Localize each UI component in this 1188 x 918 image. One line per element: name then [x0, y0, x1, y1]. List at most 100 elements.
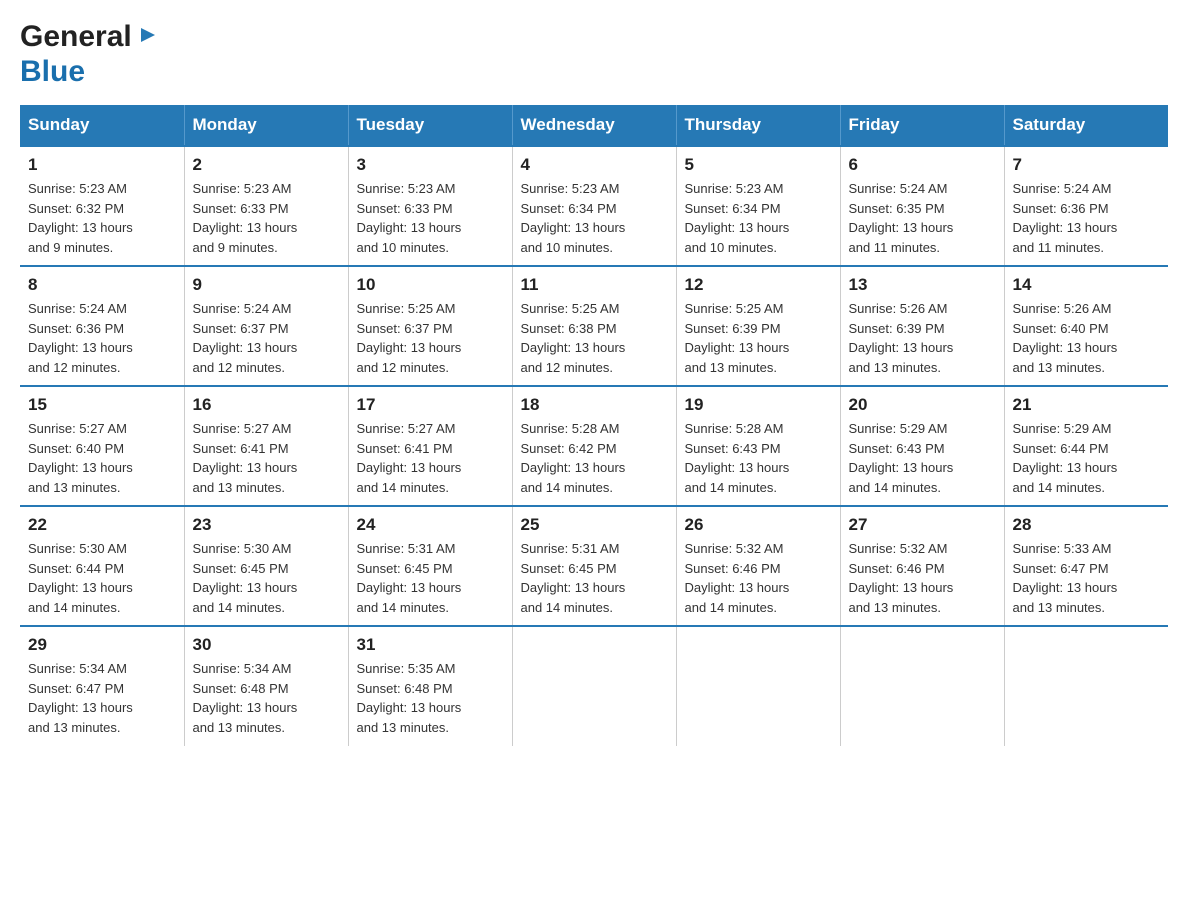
day-number: 8: [28, 275, 176, 295]
day-number: 25: [521, 515, 668, 535]
day-number: 9: [193, 275, 340, 295]
calendar-cell: 11 Sunrise: 5:25 AM Sunset: 6:38 PM Dayl…: [512, 266, 676, 386]
day-info: Sunrise: 5:31 AM Sunset: 6:45 PM Dayligh…: [357, 539, 504, 617]
calendar-table: SundayMondayTuesdayWednesdayThursdayFrid…: [20, 105, 1168, 746]
day-info: Sunrise: 5:25 AM Sunset: 6:39 PM Dayligh…: [685, 299, 832, 377]
calendar-week-row: 29 Sunrise: 5:34 AM Sunset: 6:47 PM Dayl…: [20, 626, 1168, 746]
day-number: 28: [1013, 515, 1161, 535]
day-number: 17: [357, 395, 504, 415]
day-number: 18: [521, 395, 668, 415]
day-info: Sunrise: 5:30 AM Sunset: 6:44 PM Dayligh…: [28, 539, 176, 617]
day-info: Sunrise: 5:26 AM Sunset: 6:39 PM Dayligh…: [849, 299, 996, 377]
day-info: Sunrise: 5:23 AM Sunset: 6:33 PM Dayligh…: [193, 179, 340, 257]
col-header-thursday: Thursday: [676, 105, 840, 146]
col-header-monday: Monday: [184, 105, 348, 146]
calendar-cell: [676, 626, 840, 746]
calendar-cell: 5 Sunrise: 5:23 AM Sunset: 6:34 PM Dayli…: [676, 146, 840, 266]
calendar-cell: [1004, 626, 1168, 746]
day-info: Sunrise: 5:24 AM Sunset: 6:36 PM Dayligh…: [1013, 179, 1161, 257]
day-number: 2: [193, 155, 340, 175]
col-header-wednesday: Wednesday: [512, 105, 676, 146]
day-info: Sunrise: 5:34 AM Sunset: 6:47 PM Dayligh…: [28, 659, 176, 737]
calendar-cell: 6 Sunrise: 5:24 AM Sunset: 6:35 PM Dayli…: [840, 146, 1004, 266]
calendar-cell: [512, 626, 676, 746]
day-number: 26: [685, 515, 832, 535]
day-info: Sunrise: 5:32 AM Sunset: 6:46 PM Dayligh…: [685, 539, 832, 617]
day-number: 22: [28, 515, 176, 535]
day-number: 15: [28, 395, 176, 415]
day-number: 31: [357, 635, 504, 655]
calendar-cell: 30 Sunrise: 5:34 AM Sunset: 6:48 PM Dayl…: [184, 626, 348, 746]
day-info: Sunrise: 5:33 AM Sunset: 6:47 PM Dayligh…: [1013, 539, 1161, 617]
calendar-cell: 2 Sunrise: 5:23 AM Sunset: 6:33 PM Dayli…: [184, 146, 348, 266]
calendar-cell: 20 Sunrise: 5:29 AM Sunset: 6:43 PM Dayl…: [840, 386, 1004, 506]
page-header: General Blue: [20, 20, 1168, 89]
day-number: 5: [685, 155, 832, 175]
day-number: 24: [357, 515, 504, 535]
calendar-week-row: 15 Sunrise: 5:27 AM Sunset: 6:40 PM Dayl…: [20, 386, 1168, 506]
day-number: 19: [685, 395, 832, 415]
day-number: 10: [357, 275, 504, 295]
day-number: 29: [28, 635, 176, 655]
day-info: Sunrise: 5:28 AM Sunset: 6:43 PM Dayligh…: [685, 419, 832, 497]
calendar-cell: 7 Sunrise: 5:24 AM Sunset: 6:36 PM Dayli…: [1004, 146, 1168, 266]
day-number: 12: [685, 275, 832, 295]
day-info: Sunrise: 5:25 AM Sunset: 6:38 PM Dayligh…: [521, 299, 668, 377]
day-number: 4: [521, 155, 668, 175]
logo-blue: Blue: [20, 55, 85, 88]
day-info: Sunrise: 5:34 AM Sunset: 6:48 PM Dayligh…: [193, 659, 340, 737]
calendar-cell: [840, 626, 1004, 746]
calendar-cell: 1 Sunrise: 5:23 AM Sunset: 6:32 PM Dayli…: [20, 146, 184, 266]
day-info: Sunrise: 5:26 AM Sunset: 6:40 PM Dayligh…: [1013, 299, 1161, 377]
calendar-cell: 13 Sunrise: 5:26 AM Sunset: 6:39 PM Dayl…: [840, 266, 1004, 386]
calendar-cell: 10 Sunrise: 5:25 AM Sunset: 6:37 PM Dayl…: [348, 266, 512, 386]
calendar-cell: 24 Sunrise: 5:31 AM Sunset: 6:45 PM Dayl…: [348, 506, 512, 626]
day-info: Sunrise: 5:23 AM Sunset: 6:32 PM Dayligh…: [28, 179, 176, 257]
day-info: Sunrise: 5:29 AM Sunset: 6:44 PM Dayligh…: [1013, 419, 1161, 497]
calendar-cell: 19 Sunrise: 5:28 AM Sunset: 6:43 PM Dayl…: [676, 386, 840, 506]
day-info: Sunrise: 5:27 AM Sunset: 6:40 PM Dayligh…: [28, 419, 176, 497]
logo: General Blue: [20, 20, 157, 89]
day-info: Sunrise: 5:29 AM Sunset: 6:43 PM Dayligh…: [849, 419, 996, 497]
day-number: 16: [193, 395, 340, 415]
day-info: Sunrise: 5:27 AM Sunset: 6:41 PM Dayligh…: [193, 419, 340, 497]
day-number: 14: [1013, 275, 1161, 295]
day-info: Sunrise: 5:35 AM Sunset: 6:48 PM Dayligh…: [357, 659, 504, 737]
calendar-week-row: 1 Sunrise: 5:23 AM Sunset: 6:32 PM Dayli…: [20, 146, 1168, 266]
day-number: 11: [521, 275, 668, 295]
day-info: Sunrise: 5:32 AM Sunset: 6:46 PM Dayligh…: [849, 539, 996, 617]
calendar-cell: 3 Sunrise: 5:23 AM Sunset: 6:33 PM Dayli…: [348, 146, 512, 266]
calendar-cell: 18 Sunrise: 5:28 AM Sunset: 6:42 PM Dayl…: [512, 386, 676, 506]
calendar-cell: 9 Sunrise: 5:24 AM Sunset: 6:37 PM Dayli…: [184, 266, 348, 386]
day-info: Sunrise: 5:24 AM Sunset: 6:37 PM Dayligh…: [193, 299, 340, 377]
calendar-cell: 16 Sunrise: 5:27 AM Sunset: 6:41 PM Dayl…: [184, 386, 348, 506]
day-info: Sunrise: 5:25 AM Sunset: 6:37 PM Dayligh…: [357, 299, 504, 377]
day-number: 7: [1013, 155, 1161, 175]
col-header-friday: Friday: [840, 105, 1004, 146]
day-info: Sunrise: 5:24 AM Sunset: 6:36 PM Dayligh…: [28, 299, 176, 377]
calendar-cell: 21 Sunrise: 5:29 AM Sunset: 6:44 PM Dayl…: [1004, 386, 1168, 506]
calendar-header-row: SundayMondayTuesdayWednesdayThursdayFrid…: [20, 105, 1168, 146]
day-number: 23: [193, 515, 340, 535]
day-number: 21: [1013, 395, 1161, 415]
day-info: Sunrise: 5:27 AM Sunset: 6:41 PM Dayligh…: [357, 419, 504, 497]
logo-arrow-icon: [135, 24, 157, 51]
calendar-cell: 14 Sunrise: 5:26 AM Sunset: 6:40 PM Dayl…: [1004, 266, 1168, 386]
day-number: 30: [193, 635, 340, 655]
col-header-sunday: Sunday: [20, 105, 184, 146]
col-header-tuesday: Tuesday: [348, 105, 512, 146]
day-number: 20: [849, 395, 996, 415]
calendar-cell: 29 Sunrise: 5:34 AM Sunset: 6:47 PM Dayl…: [20, 626, 184, 746]
day-info: Sunrise: 5:23 AM Sunset: 6:33 PM Dayligh…: [357, 179, 504, 257]
calendar-week-row: 8 Sunrise: 5:24 AM Sunset: 6:36 PM Dayli…: [20, 266, 1168, 386]
day-number: 13: [849, 275, 996, 295]
calendar-cell: 8 Sunrise: 5:24 AM Sunset: 6:36 PM Dayli…: [20, 266, 184, 386]
day-number: 6: [849, 155, 996, 175]
day-info: Sunrise: 5:28 AM Sunset: 6:42 PM Dayligh…: [521, 419, 668, 497]
calendar-cell: 12 Sunrise: 5:25 AM Sunset: 6:39 PM Dayl…: [676, 266, 840, 386]
calendar-cell: 22 Sunrise: 5:30 AM Sunset: 6:44 PM Dayl…: [20, 506, 184, 626]
calendar-cell: 26 Sunrise: 5:32 AM Sunset: 6:46 PM Dayl…: [676, 506, 840, 626]
day-info: Sunrise: 5:24 AM Sunset: 6:35 PM Dayligh…: [849, 179, 996, 257]
calendar-cell: 4 Sunrise: 5:23 AM Sunset: 6:34 PM Dayli…: [512, 146, 676, 266]
day-info: Sunrise: 5:30 AM Sunset: 6:45 PM Dayligh…: [193, 539, 340, 617]
